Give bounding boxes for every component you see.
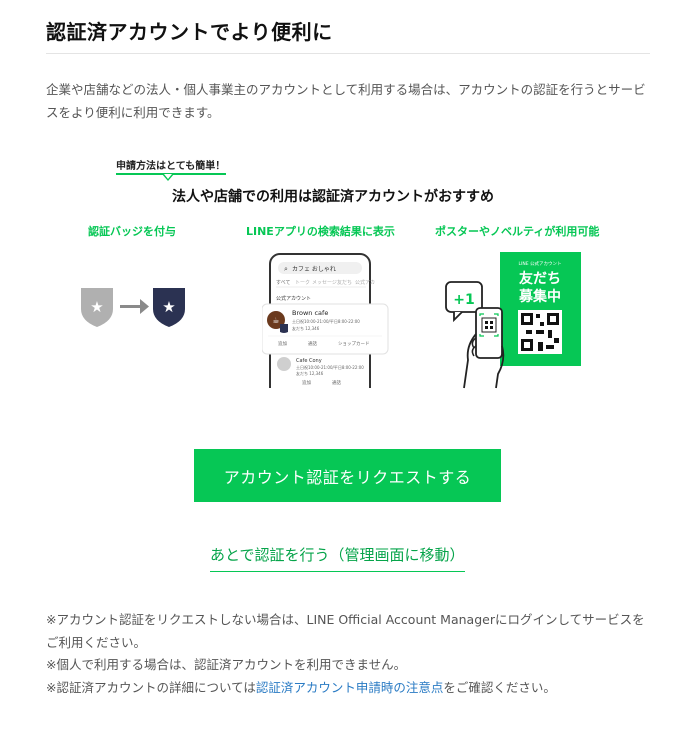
feature-label-poster: ポスターやノベルティが利用可能 xyxy=(435,225,600,238)
note-login: ※アカウント認証をリクエストしない場合は、LINE Official Accou… xyxy=(46,612,645,650)
navy-shield-icon: ★ xyxy=(153,288,185,327)
svg-text:追加: 追加 xyxy=(302,379,311,386)
poster-line1: 友だち xyxy=(519,270,561,287)
svg-text:⌕: ⌕ xyxy=(284,265,288,273)
svg-text:すべて: すべて xyxy=(276,280,290,286)
svg-text:通話: 通話 xyxy=(308,340,317,347)
svg-text:ショップカード: ショップカード xyxy=(338,341,370,347)
svg-text:公式アカ: 公式アカ xyxy=(355,279,375,286)
phone-search-illustration: ⌕ カフェ おしゃれ すべて トーク メッセージ 友だち 公式アカ 公式アカウン… xyxy=(262,253,389,388)
svg-text:トーク: トーク xyxy=(295,280,310,286)
svg-text:友だち 12,346: 友だち 12,346 xyxy=(296,370,324,376)
gray-shield-icon: ★ xyxy=(81,288,113,327)
request-verification-button[interactable]: アカウント認証をリクエストする xyxy=(194,449,501,502)
poster-illustration: +1 LINE 公式アカウント 友だち 募集中 xyxy=(445,252,581,389)
poster-small-text: LINE 公式アカウント xyxy=(519,260,562,267)
note-details: ※認証済アカウントの詳細については認証済アカウント申請時の注意点をご確認ください… xyxy=(46,679,556,695)
verification-notes-link[interactable]: 認証済アカウント申請時の注意点 xyxy=(256,680,444,695)
svg-text:メッセージ: メッセージ xyxy=(312,280,337,286)
svg-text:通話: 通話 xyxy=(332,379,341,386)
hand-holding-phone-icon xyxy=(463,307,505,389)
svg-text:Cafe Cony: Cafe Cony xyxy=(296,358,322,364)
description-text: 企業や店舗などの法人・個人事業主のアカウントとして利用する場合は、アカウントの認… xyxy=(46,82,646,120)
svg-text:★: ★ xyxy=(90,298,103,316)
page-title: 認証済アカウントでより便利に xyxy=(46,20,333,44)
svg-text:土日祝10:00-21:00/平日8:00-22:00: 土日祝10:00-21:00/平日8:00-22:00 xyxy=(292,318,360,324)
feature-label-search: LINEアプリの検索結果に表示 xyxy=(246,225,395,238)
note-personal: ※個人で利用する場合は、認証済アカウントを利用できません。 xyxy=(46,657,407,672)
qr-code-icon xyxy=(518,310,562,354)
phone-card1-name: Brown cafe xyxy=(292,309,328,317)
svg-text:友だち 12,346: 友だち 12,346 xyxy=(292,325,320,331)
title-divider xyxy=(46,53,650,54)
phone-search-text: カフェ おしゃれ xyxy=(292,266,336,273)
svg-text:土日祝10:00-21:00/平日8:00-22:00: 土日祝10:00-21:00/平日8:00-22:00 xyxy=(296,364,364,370)
feature-label-badge: 認証バッジを付与 xyxy=(88,225,176,238)
badge-upgrade-illustration: ★ ★ xyxy=(81,288,185,327)
svg-text:+1: +1 xyxy=(453,292,474,308)
svg-text:☕: ☕ xyxy=(272,316,279,325)
verify-later-link[interactable]: あとで認証を行う（管理画面に移動） xyxy=(210,544,465,572)
svg-text:友だち: 友だち xyxy=(337,279,352,286)
poster-line2: 募集中 xyxy=(518,288,561,305)
arrow-right-icon xyxy=(120,299,149,314)
banner-headline: 法人や店舗での利用は認証済アカウントがおすすめ xyxy=(172,189,494,205)
speech-bubble-text: 申請方法はとても簡単！ xyxy=(116,161,226,172)
notes-section: ※アカウント認証をリクエストしない場合は、LINE Official Accou… xyxy=(46,609,652,699)
phone-section-label: 公式アカウント xyxy=(276,295,311,302)
svg-text:★: ★ xyxy=(162,298,175,316)
svg-text:追加: 追加 xyxy=(278,340,287,347)
